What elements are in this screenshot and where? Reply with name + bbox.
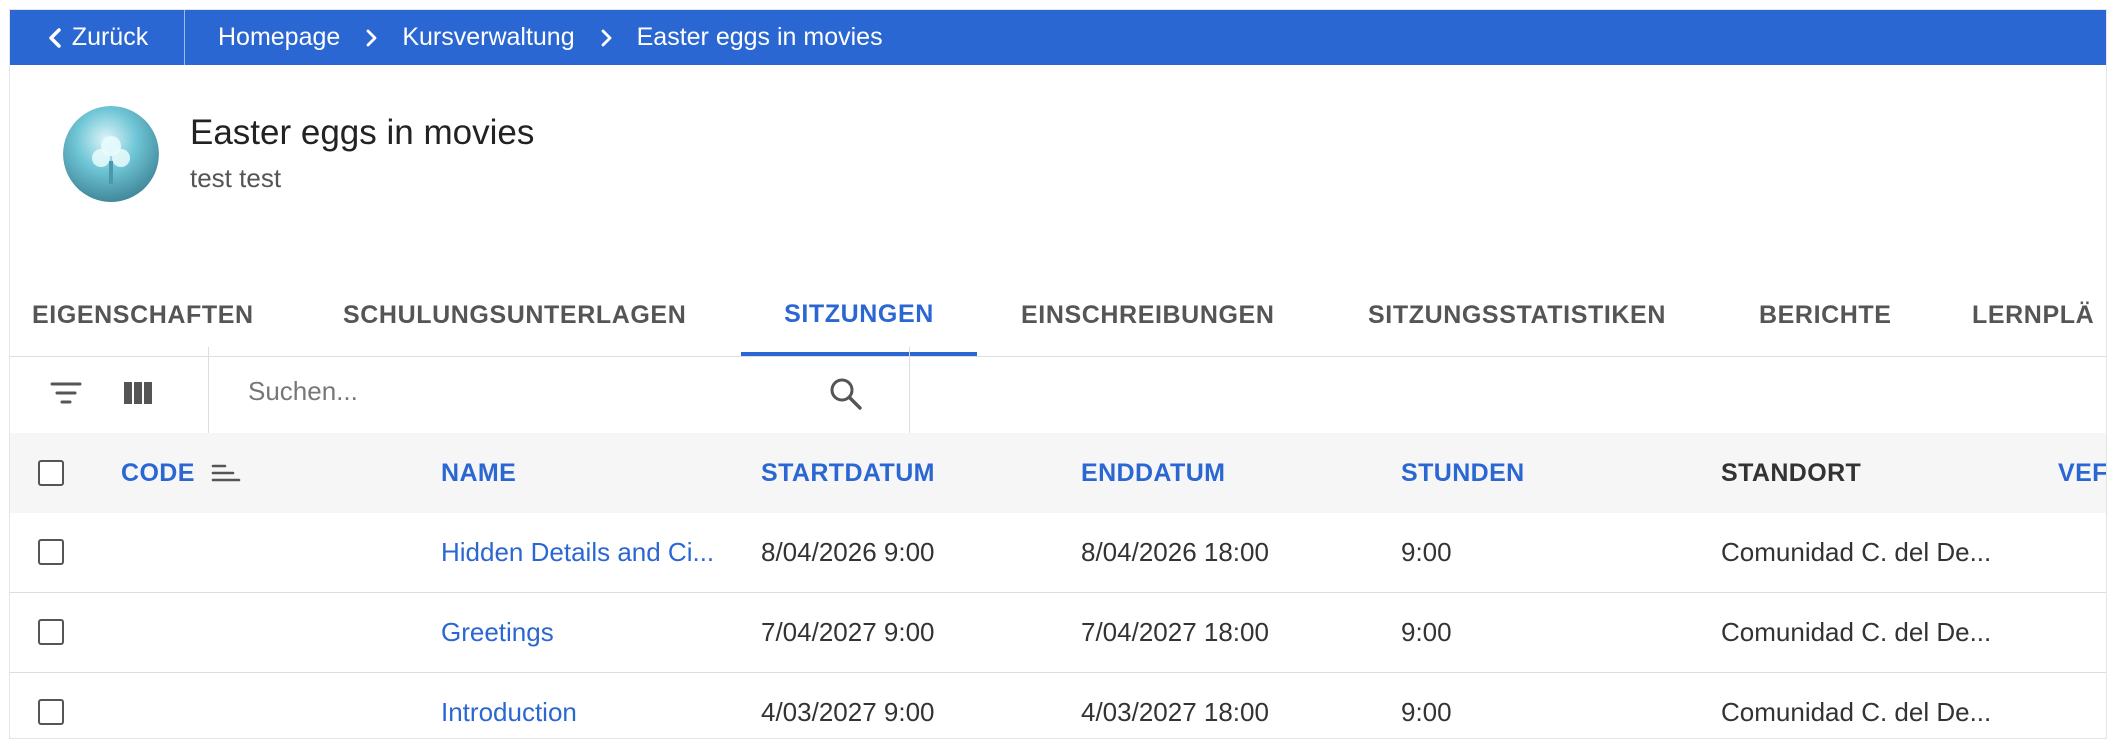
- toolbar-divider: [909, 347, 910, 433]
- table-toolbar: [10, 347, 2106, 434]
- table-row[interactable]: Hidden Details and Ci... 8/04/2026 9:00 …: [10, 513, 2106, 593]
- cell-enddatum: 8/04/2026 18:00: [1081, 537, 1269, 567]
- toolbar-divider: [208, 347, 209, 433]
- filter-icon[interactable]: [48, 375, 84, 411]
- cell-stunden: 9:00: [1401, 617, 1452, 647]
- cell-startdatum: 7/04/2027 9:00: [761, 617, 935, 647]
- cell-standort: Comunidad C. del De...: [1721, 537, 1992, 567]
- page-subtitle: test test: [190, 163, 282, 193]
- cell-startdatum: 4/03/2027 9:00: [761, 697, 935, 727]
- tab-lernplaene[interactable]: LERNPLÄ: [1972, 276, 2094, 354]
- tab-schulungsunterlagen[interactable]: SCHULUNGSUNTERLAGEN: [343, 276, 686, 354]
- column-header-enddatum[interactable]: ENDDATUM: [1081, 433, 1225, 513]
- column-header-code[interactable]: CODE: [121, 433, 241, 513]
- cell-enddatum: 4/03/2027 18:00: [1081, 697, 1269, 727]
- cell-standort: Comunidad C. del De...: [1721, 617, 1992, 647]
- chevron-left-icon: [49, 27, 61, 48]
- cell-stunden: 9:00: [1401, 537, 1452, 567]
- columns-icon[interactable]: [120, 375, 156, 411]
- column-header-standort: STANDORT: [1721, 458, 1862, 487]
- column-header-ver[interactable]: VEF: [2058, 433, 2106, 513]
- search-input[interactable]: [246, 368, 830, 414]
- tab-sitzungsstatistiken[interactable]: SITZUNGSSTATISTIKEN: [1368, 276, 1666, 354]
- cell-name[interactable]: Greetings: [441, 593, 751, 672]
- search-icon[interactable]: [828, 376, 864, 412]
- table-row[interactable]: Greetings 7/04/2027 9:00 7/04/2027 18:00…: [10, 593, 2106, 673]
- row-checkbox[interactable]: [38, 539, 64, 565]
- cell-startdatum: 8/04/2026 9:00: [761, 537, 935, 567]
- table-header: CODE NAME STARTDATUM ENDDATUM STUNDEN ST…: [10, 433, 2106, 514]
- column-header-name[interactable]: NAME: [441, 433, 516, 513]
- select-all-checkbox[interactable]: [38, 460, 64, 486]
- top-bar: Zurück Homepage Kursverwaltung Easter eg…: [10, 10, 2106, 65]
- tab-sitzungen[interactable]: SITZUNGEN: [741, 276, 977, 356]
- back-button[interactable]: Zurück: [10, 10, 185, 65]
- table-row[interactable]: Introduction 4/03/2027 9:00 4/03/2027 18…: [10, 673, 2106, 738]
- cell-enddatum: 7/04/2027 18:00: [1081, 617, 1269, 647]
- page-title: Easter eggs in movies: [190, 113, 535, 152]
- column-header-startdatum[interactable]: STARTDATUM: [761, 433, 935, 513]
- tab-einschreibungen[interactable]: EINSCHREIBUNGEN: [1021, 276, 1274, 354]
- chevron-right-icon: [340, 28, 402, 48]
- cell-name[interactable]: Hidden Details and Ci...: [441, 513, 751, 592]
- app-window: Zurück Homepage Kursverwaltung Easter eg…: [10, 10, 2106, 738]
- tab-eigenschaften[interactable]: EIGENSCHAFTEN: [32, 276, 254, 354]
- breadcrumb: Homepage Kursverwaltung Easter eggs in m…: [218, 10, 883, 65]
- column-header-stunden[interactable]: STUNDEN: [1401, 433, 1525, 513]
- cell-stunden: 9:00: [1401, 697, 1452, 727]
- course-avatar: [63, 106, 159, 202]
- sort-icon[interactable]: [211, 462, 241, 484]
- tab-bar: EIGENSCHAFTEN SCHULUNGSUNTERLAGEN SITZUN…: [10, 276, 2106, 357]
- cell-name[interactable]: Introduction: [441, 673, 751, 738]
- row-checkbox[interactable]: [38, 699, 64, 725]
- breadcrumb-homepage[interactable]: Homepage: [218, 23, 340, 52]
- breadcrumb-kursverwaltung[interactable]: Kursverwaltung: [402, 23, 574, 52]
- tab-berichte[interactable]: BERICHTE: [1759, 276, 1892, 354]
- cell-standort: Comunidad C. del De...: [1721, 697, 1992, 727]
- chevron-right-icon: [575, 28, 637, 48]
- breadcrumb-current[interactable]: Easter eggs in movies: [637, 23, 883, 52]
- column-header-code-label: CODE: [121, 458, 195, 487]
- back-label: Zurück: [71, 23, 149, 51]
- row-checkbox[interactable]: [38, 619, 64, 645]
